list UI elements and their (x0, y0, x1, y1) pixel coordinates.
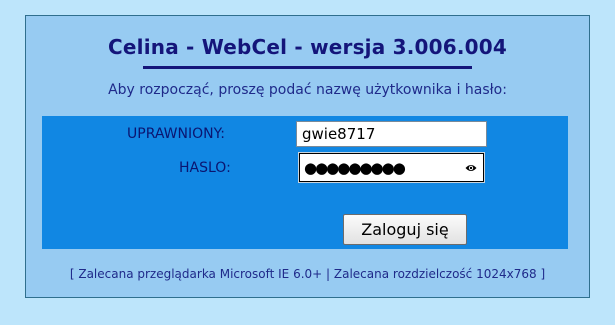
password-input[interactable]: ●●●●●●●●● (298, 152, 485, 183)
username-label: UPRAWNIONY: (127, 126, 226, 142)
eye-icon[interactable] (465, 163, 477, 173)
login-form: UPRAWNIONY: HASLO: ●●●●●●●●● Zaloguj się (42, 116, 568, 249)
username-input[interactable] (296, 121, 487, 147)
login-panel: Celina - WebCel - wersja 3.006.004 Aby r… (25, 15, 590, 298)
password-label: HASLO: (179, 160, 231, 176)
recommendation-footer: [ Zalecana przeglądarka Microsoft IE 6.0… (69, 267, 546, 281)
password-masked-value: ●●●●●●●●● (304, 159, 406, 177)
title-underline (143, 66, 472, 69)
page-title: Celina - WebCel - wersja 3.006.004 (108, 35, 507, 59)
login-instructions: Aby rozpocząć, proszę podać nazwę użytko… (108, 82, 507, 98)
login-button[interactable]: Zaloguj się (343, 214, 467, 245)
